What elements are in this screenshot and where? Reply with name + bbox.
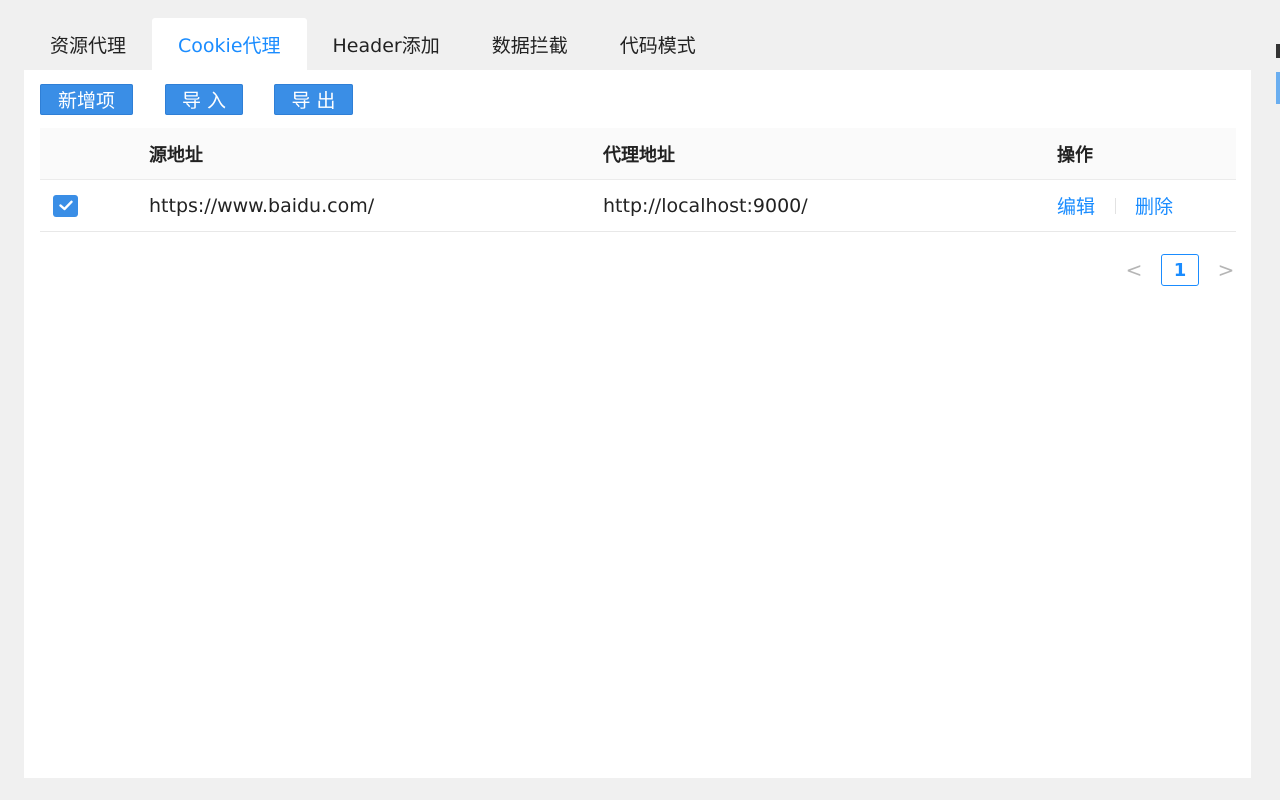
chevron-right-icon[interactable]: > [1215,258,1237,282]
chevron-left-icon[interactable]: < [1123,258,1145,282]
window-edge-marker [1276,44,1280,58]
column-header-source: 源地址 [149,128,203,179]
page-number[interactable]: 1 [1161,254,1199,286]
window-edge-marker-accent [1276,72,1280,104]
tab-cookie-proxy[interactable]: Cookie代理 [152,18,307,70]
tab-code-mode[interactable]: 代码模式 [594,18,722,70]
content-panel: 新增项 导入 导出 源地址 代理地址 操作 https://www.baidu.… [24,70,1251,778]
edit-link[interactable]: 编辑 [1057,192,1095,219]
table-header: 源地址 代理地址 操作 [40,128,1236,180]
tab-data-intercept[interactable]: 数据拦截 [466,18,594,70]
row-checkbox-cell [53,180,78,231]
row-actions: 编辑 删除 [1057,180,1173,231]
column-header-actions: 操作 [1057,128,1093,179]
checkmark-icon [59,200,73,211]
action-divider [1115,198,1116,214]
source-url: https://www.baidu.com/ [149,180,374,231]
proxy-table: 源地址 代理地址 操作 https://www.baidu.com/ http:… [40,128,1236,232]
table-row: https://www.baidu.com/ http://localhost:… [40,180,1236,232]
pagination: < 1 > [1123,254,1237,286]
tab-bar: 资源代理 Cookie代理 Header添加 数据拦截 代码模式 [24,18,722,70]
tab-header-add[interactable]: Header添加 [307,18,466,70]
import-button[interactable]: 导入 [165,84,243,115]
export-button[interactable]: 导出 [274,84,353,115]
row-checkbox[interactable] [53,195,78,217]
proxy-url: http://localhost:9000/ [603,180,808,231]
column-header-proxy: 代理地址 [603,128,675,179]
add-item-button[interactable]: 新增项 [40,84,133,115]
tab-resource-proxy[interactable]: 资源代理 [24,18,152,70]
delete-link[interactable]: 删除 [1135,192,1173,219]
